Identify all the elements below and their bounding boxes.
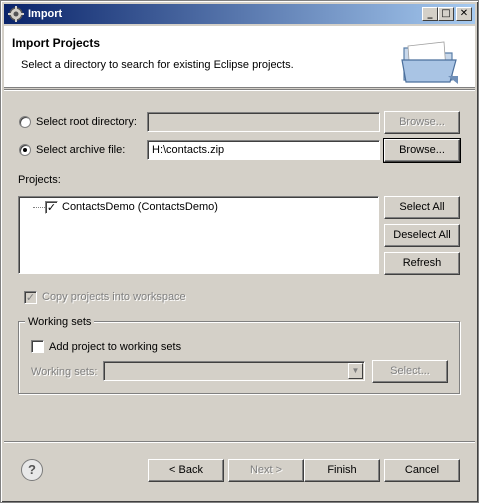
root-directory-input[interactable] [147, 112, 380, 132]
root-directory-radio[interactable] [19, 116, 31, 128]
help-icon[interactable]: ? [21, 459, 43, 481]
working-sets-legend: Working sets [25, 316, 95, 328]
checkmark-icon: ✓ [46, 201, 57, 214]
select-all-button[interactable]: Select All [384, 196, 460, 219]
chevron-down-icon[interactable]: ▼ [348, 363, 363, 379]
back-button[interactable]: < Back [148, 459, 224, 482]
archive-file-radio[interactable] [19, 144, 31, 156]
import-dialog: Import _ □ ✕ Import Projects Select a di… [0, 0, 479, 503]
finish-button[interactable]: Finish [304, 459, 380, 482]
maximize-button[interactable]: □ [438, 7, 454, 21]
next-button[interactable]: Next > [228, 459, 304, 482]
working-sets-combo[interactable]: ▼ [103, 361, 365, 381]
window-title: Import [28, 8, 63, 20]
projects-list[interactable]: ✓ ContactsDemo (ContactsDemo) [18, 196, 379, 274]
checkmark-icon: ✓ [25, 291, 36, 304]
eclipse-gear-icon [8, 6, 24, 22]
project-item-label[interactable]: ContactsDemo (ContactsDemo) [62, 201, 218, 213]
title-bar[interactable]: Import _ □ ✕ [4, 4, 475, 24]
archive-browse-button[interactable]: Browse... [383, 138, 461, 163]
wizard-banner: Import Projects Select a directory to se… [4, 26, 475, 88]
add-to-working-sets-checkbox[interactable] [31, 340, 44, 353]
folder-icon [400, 40, 460, 89]
working-sets-group [18, 321, 460, 394]
footer-separator [4, 441, 475, 443]
projects-label: Projects: [18, 174, 61, 186]
working-sets-label: Working sets: [31, 366, 98, 378]
copy-projects-checkbox[interactable]: ✓ [24, 291, 37, 304]
banner-separator [4, 89, 475, 91]
deselect-all-button[interactable]: Deselect All [384, 224, 460, 247]
maximize-icon: □ [441, 8, 451, 19]
root-directory-label: Select root directory: [36, 116, 137, 128]
archive-file-label: Select archive file: [36, 144, 126, 156]
close-button[interactable]: ✕ [456, 7, 472, 21]
minimize-icon: _ [427, 8, 433, 19]
copy-projects-label: Copy projects into workspace [42, 291, 186, 303]
root-browse-button[interactable]: Browse... [384, 111, 460, 134]
cancel-button[interactable]: Cancel [384, 459, 460, 482]
working-sets-select-button[interactable]: Select... [372, 360, 448, 383]
add-to-working-sets-label: Add project to working sets [49, 341, 182, 353]
archive-file-input[interactable]: H:\contacts.zip [147, 140, 380, 160]
minimize-button[interactable]: _ [422, 7, 438, 21]
page-description: Select a directory to search for existin… [21, 59, 294, 71]
project-checkbox[interactable]: ✓ [45, 201, 58, 214]
page-title: Import Projects [12, 36, 101, 50]
close-icon: ✕ [459, 8, 469, 19]
refresh-button[interactable]: Refresh [384, 252, 460, 275]
